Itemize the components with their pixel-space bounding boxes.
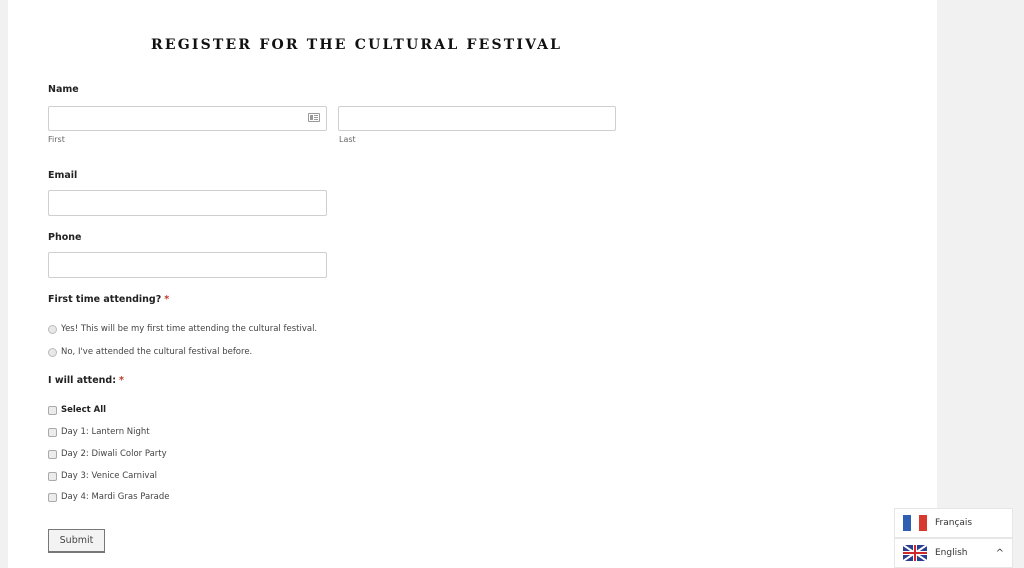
checkbox-label: Day 2: Diwali Color Party: [61, 448, 167, 459]
checkbox-label: Day 1: Lantern Night: [61, 426, 150, 437]
phone-label: Phone: [48, 232, 82, 243]
checkbox-day-3[interactable]: Day 3: Venice Carnival: [48, 470, 157, 481]
submit-button[interactable]: Submit: [48, 529, 105, 553]
radio-button[interactable]: [48, 348, 57, 357]
checkbox[interactable]: [48, 406, 57, 415]
radio-label: No, I've attended the cultural festival …: [61, 346, 253, 357]
name-label: Name: [48, 84, 79, 95]
attend-label-text: I will attend:: [48, 375, 116, 386]
language-option-english[interactable]: English ^: [894, 538, 1013, 568]
chevron-up-icon[interactable]: ^: [996, 548, 1004, 559]
first-name-sublabel: First: [48, 135, 65, 144]
checkbox[interactable]: [48, 472, 57, 481]
attend-label: I will attend: *: [48, 375, 124, 386]
first-time-label: First time attending? *: [48, 294, 169, 305]
phone-input[interactable]: [48, 252, 327, 278]
radio-label: Yes! This will be my first time attendin…: [61, 323, 318, 334]
email-input[interactable]: [48, 190, 327, 216]
radio-button[interactable]: [48, 325, 57, 334]
email-label: Email: [48, 170, 78, 181]
checkbox-label: Day 3: Venice Carnival: [61, 470, 158, 481]
checkbox-day-4[interactable]: Day 4: Mardi Gras Parade: [48, 491, 170, 502]
checkbox-day-1[interactable]: Day 1: Lantern Night: [48, 426, 150, 437]
france-flag-icon: [903, 515, 927, 531]
first-time-label-text: First time attending?: [48, 294, 162, 305]
language-option-french[interactable]: Français: [894, 508, 1013, 538]
page-content: [8, 0, 937, 568]
required-mark: *: [164, 294, 170, 305]
checkbox[interactable]: [48, 493, 57, 502]
contact-card-icon[interactable]: [308, 113, 320, 122]
required-mark: *: [119, 375, 124, 386]
checkbox-day-2[interactable]: Day 2: Diwali Color Party: [48, 448, 167, 459]
language-label: Français: [935, 518, 973, 528]
checkbox[interactable]: [48, 428, 57, 437]
last-name-sublabel: Last: [339, 135, 356, 144]
language-label: English: [935, 548, 968, 558]
radio-option-no[interactable]: No, I've attended the cultural festival …: [48, 346, 252, 357]
last-name-input[interactable]: [338, 106, 616, 131]
form-title: REGISTER FOR THE CULTURAL FESTIVAL: [151, 37, 563, 53]
radio-option-yes[interactable]: Yes! This will be my first time attendin…: [48, 323, 317, 334]
first-name-input[interactable]: [48, 106, 327, 131]
checkbox-select-all[interactable]: Select All: [48, 404, 106, 415]
checkbox-label: Day 4: Mardi Gras Parade: [61, 491, 170, 502]
checkbox-label: Select All: [61, 404, 107, 415]
uk-flag-icon: [903, 545, 927, 561]
checkbox[interactable]: [48, 450, 57, 459]
